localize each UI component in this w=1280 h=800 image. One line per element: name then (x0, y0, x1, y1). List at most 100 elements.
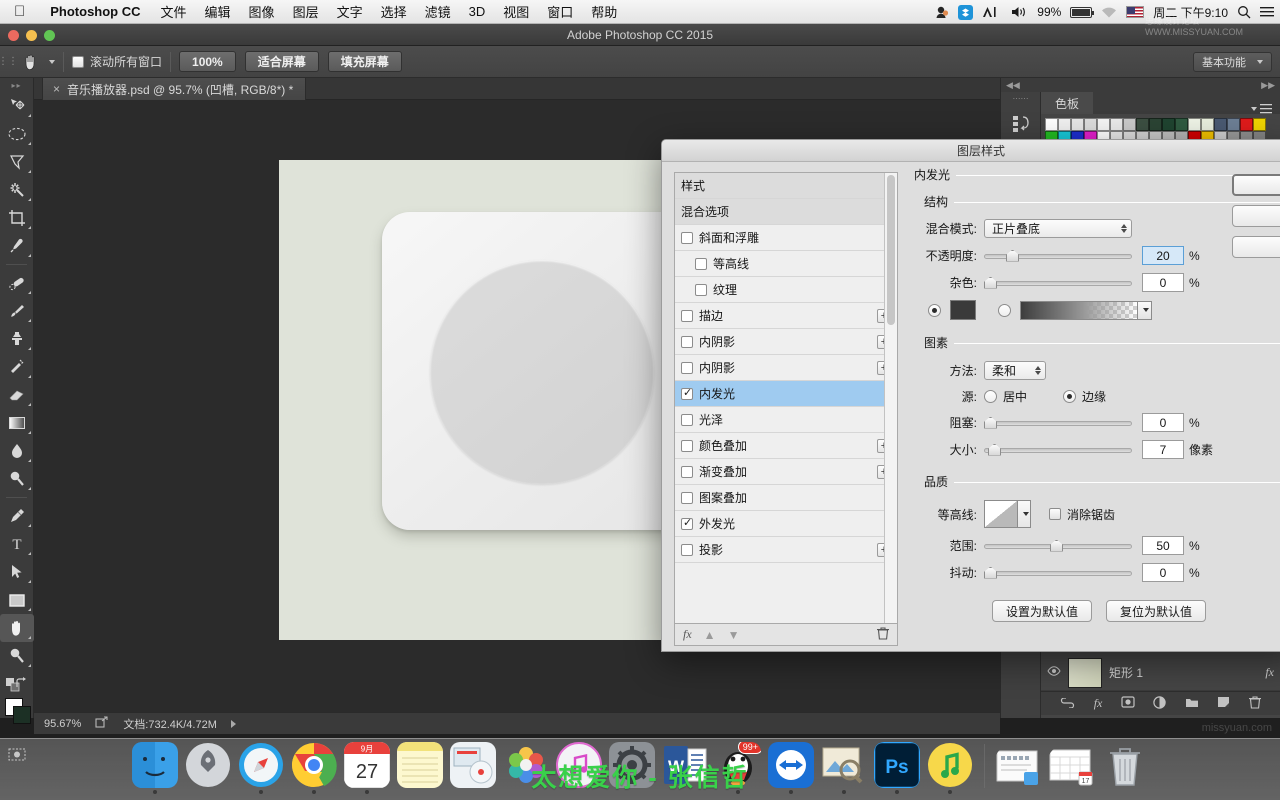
tool-gradient[interactable] (0, 409, 34, 437)
music-player-card-shape[interactable] (382, 212, 700, 530)
minimize-window-button[interactable] (26, 30, 37, 41)
ok-button[interactable] (1232, 174, 1280, 196)
layer-fx-icon[interactable]: fx (1265, 665, 1274, 680)
effect-list-item-1[interactable]: 混合选项 (675, 199, 897, 225)
table-row[interactable]: 矩形 1 fx (1041, 655, 1280, 691)
effect-list-item-11[interactable]: 渐变叠加+ (675, 459, 897, 485)
delete-effect-icon[interactable] (877, 627, 889, 643)
close-document-icon[interactable]: × (53, 82, 60, 96)
color-swatch[interactable] (1175, 118, 1188, 131)
rail-gripper[interactable]: ⋯⋯ (1001, 92, 1040, 104)
color-swatch[interactable] (1188, 118, 1201, 131)
expand-panels-icon[interactable]: ▶▶ (1261, 80, 1275, 91)
current-tool-hand-icon[interactable] (16, 46, 46, 78)
color-swatch[interactable] (1071, 118, 1084, 131)
tool-blur[interactable] (0, 437, 34, 465)
menu-item-layer[interactable]: 图层 (284, 2, 328, 21)
effect-enable-checkbox[interactable] (695, 284, 707, 296)
tool-preset-chevron-down-icon[interactable] (49, 60, 55, 64)
tool-crop[interactable] (0, 204, 34, 232)
fit-screen-button[interactable]: 适合屏幕 (245, 51, 319, 72)
menu-app-name[interactable]: Photoshop CC (39, 4, 151, 19)
effect-enable-checkbox[interactable] (681, 414, 693, 426)
source-edge-radio[interactable] (1063, 390, 1076, 403)
effect-enable-checkbox[interactable] (681, 492, 693, 504)
effect-list-item-10[interactable]: 颜色叠加+ (675, 433, 897, 459)
effect-list-item-0[interactable]: 样式 (675, 173, 897, 199)
share-icon[interactable] (95, 716, 109, 731)
status-menu-arrow-icon[interactable] (231, 720, 236, 728)
contour-preview[interactable] (984, 500, 1018, 528)
menu-item-window[interactable]: 窗口 (538, 2, 582, 21)
effect-list-item-4[interactable]: 纹理 (675, 277, 897, 303)
options-bar-gripper[interactable]: ⋮⋮ (0, 46, 16, 78)
blend-mode-select[interactable]: 正片叠底 (984, 219, 1132, 238)
effect-enable-checkbox[interactable] (681, 232, 693, 244)
link-layers-icon[interactable] (1060, 697, 1075, 711)
gradient-picker-chevron-down-icon[interactable] (1138, 301, 1152, 320)
tool-marquee[interactable] (0, 120, 34, 148)
effect-list-item-7[interactable]: 内阴影+ (675, 355, 897, 381)
add-layer-style-icon[interactable]: fx (1094, 696, 1103, 711)
noise-input[interactable]: 0 (1142, 273, 1184, 292)
notification-center-icon[interactable] (1260, 6, 1274, 18)
volume-icon[interactable] (1011, 5, 1028, 19)
reset-default-button[interactable]: 复位为默认值 (1106, 600, 1206, 622)
new-layer-icon[interactable] (1217, 696, 1230, 711)
size-input[interactable]: 7 (1142, 440, 1184, 459)
menu-item-3d[interactable]: 3D (460, 4, 495, 19)
menu-item-file[interactable]: 文件 (152, 2, 196, 21)
color-swatch[interactable] (1214, 118, 1227, 131)
add-layer-mask-icon[interactable] (1121, 696, 1135, 711)
jitter-slider[interactable] (984, 566, 1132, 580)
tool-eyedropper[interactable] (0, 232, 34, 260)
apple-logo-icon[interactable]:  (0, 4, 39, 19)
tool-healing-brush[interactable] (0, 269, 34, 297)
effects-list[interactable]: 样式混合选项斜面和浮雕等高线纹理描边+内阴影+内阴影+内发光光泽颜色叠加+渐变叠… (674, 172, 898, 624)
color-swatch[interactable] (1123, 118, 1136, 131)
scrollbar-thumb[interactable] (887, 175, 895, 325)
tool-magic-wand[interactable] (0, 176, 34, 204)
technique-select[interactable]: 柔和 (984, 361, 1046, 380)
color-swatch[interactable] (1253, 118, 1266, 131)
color-swatch[interactable] (1045, 118, 1058, 131)
menu-item-filter[interactable]: 滤镜 (416, 2, 460, 21)
tab-swatches[interactable]: 色板 (1041, 92, 1093, 114)
color-swatch[interactable] (1162, 118, 1175, 131)
menu-item-image[interactable]: 图像 (240, 2, 284, 21)
menu-item-select[interactable]: 选择 (372, 2, 416, 21)
color-swatch[interactable] (1227, 118, 1240, 131)
tool-history-brush[interactable] (0, 353, 34, 381)
zoom-100-button[interactable]: 100% (179, 51, 236, 72)
gradient-radio[interactable] (998, 304, 1011, 317)
effect-enable-checkbox[interactable] (681, 518, 693, 530)
tool-zoom[interactable] (0, 642, 34, 670)
input-source-icon[interactable] (982, 5, 1002, 19)
effect-list-item-6[interactable]: 内阴影+ (675, 329, 897, 355)
tool-path-selection[interactable] (0, 558, 34, 586)
panel-menu-icon[interactable] (1240, 104, 1280, 114)
effect-enable-checkbox[interactable] (681, 388, 693, 400)
choke-input[interactable]: 0 (1142, 413, 1184, 432)
antialias-checkbox[interactable] (1049, 508, 1061, 520)
scroll-all-windows-checkbox[interactable] (72, 56, 84, 68)
range-input[interactable]: 50 (1142, 536, 1184, 555)
color-swatch[interactable] (1201, 118, 1214, 131)
layer-visibility-eye-icon[interactable] (1047, 666, 1061, 679)
effect-list-item-14[interactable]: 投影+ (675, 537, 897, 563)
tool-dodge[interactable] (0, 465, 34, 493)
tool-brush[interactable] (0, 297, 34, 325)
collapse-panels-icon[interactable]: ◀◀ (1006, 80, 1020, 91)
source-center-radio[interactable] (984, 390, 997, 403)
history-panel-icon[interactable] (1001, 104, 1040, 144)
wifi-icon[interactable] (1101, 6, 1117, 19)
effect-enable-checkbox[interactable] (695, 258, 707, 270)
size-slider[interactable] (984, 443, 1132, 457)
add-adjustment-layer-icon[interactable] (1153, 696, 1166, 712)
move-effect-up-icon[interactable]: ▲ (704, 628, 716, 642)
tool-lasso[interactable] (0, 148, 34, 176)
color-swatch[interactable] (1097, 118, 1110, 131)
cancel-button[interactable] (1232, 205, 1280, 227)
opacity-input[interactable]: 20 (1142, 246, 1184, 265)
delete-layer-icon[interactable] (1249, 696, 1261, 712)
